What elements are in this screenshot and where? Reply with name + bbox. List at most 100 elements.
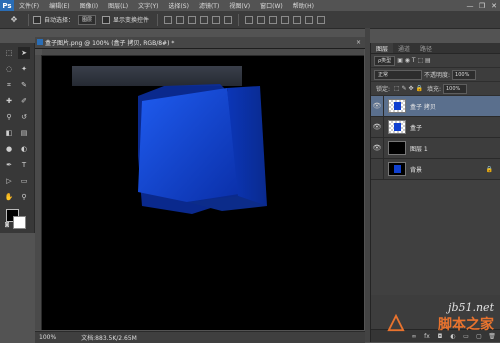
menu-layer[interactable]: 图层(L): [103, 1, 133, 10]
layer-name[interactable]: 图层 1: [410, 144, 428, 153]
layer-row-background[interactable]: 背景 🔒: [371, 159, 500, 180]
eye-icon[interactable]: 👁: [371, 96, 384, 116]
eyedropper-icon[interactable]: ✎: [18, 79, 30, 91]
layer-row-box[interactable]: 👁 盒子: [371, 117, 500, 138]
align-left-icon[interactable]: [200, 15, 209, 24]
fill-field[interactable]: 100%: [442, 83, 467, 94]
minimize-button[interactable]: —: [464, 0, 476, 11]
separator: [238, 13, 240, 26]
blur-tool-icon[interactable]: ●: [3, 143, 15, 155]
menu-bar: Ps 文件(F) 编辑(E) 图像(I) 图层(L) 文字(Y) 选择(S) 滤…: [0, 0, 500, 11]
distribute-vcenter-icon[interactable]: [257, 15, 266, 24]
close-button[interactable]: ✕: [488, 0, 500, 11]
move-tool-preset-icon[interactable]: ✥: [4, 13, 24, 26]
zoom-level[interactable]: 100%: [39, 334, 56, 341]
menu-image[interactable]: 图像(I): [75, 1, 103, 10]
layer-thumbnail: [388, 99, 406, 113]
tab-channels[interactable]: 通道: [393, 43, 415, 53]
watermark: jb51.net 脚本之家: [438, 301, 494, 334]
horizontal-ruler[interactable]: [42, 49, 364, 56]
dodge-tool-icon[interactable]: ◐: [18, 143, 30, 155]
menu-help[interactable]: 帮助(H): [288, 1, 319, 10]
show-transform-checkbox[interactable]: [102, 15, 111, 24]
brush-tool-icon[interactable]: ✐: [18, 95, 30, 107]
distribute-bottom-icon[interactable]: [269, 15, 278, 24]
pen-tool-icon[interactable]: ✒: [3, 159, 15, 171]
distribute-top-icon[interactable]: [245, 15, 254, 24]
zoom-tool-icon[interactable]: ⚲: [18, 191, 30, 203]
history-brush-icon[interactable]: ↺: [18, 111, 30, 123]
lasso-tool-icon[interactable]: ◌: [3, 63, 15, 75]
blend-mode-select[interactable]: 正常: [374, 69, 422, 80]
path-selection-icon[interactable]: ▷: [3, 175, 15, 187]
photoshop-logo: Ps: [0, 0, 14, 11]
vertical-ruler[interactable]: [35, 55, 42, 330]
magic-wand-icon[interactable]: ✦: [18, 63, 30, 75]
background-color-swatch[interactable]: [13, 216, 26, 229]
window-controls: — ❐ ✕: [464, 0, 500, 11]
lock-icons[interactable]: ⬚ ✎ ✥ 🔒: [394, 85, 423, 92]
type-tool-icon[interactable]: T: [18, 159, 30, 171]
menu-file[interactable]: 文件(F): [14, 1, 44, 10]
layer-thumbnail: [388, 162, 406, 176]
distribute-left-icon[interactable]: [281, 15, 290, 24]
crop-tool-icon[interactable]: ⌗: [3, 79, 15, 91]
canvas[interactable]: [42, 56, 364, 330]
align-hcenter-icon[interactable]: [212, 15, 221, 24]
separator: [28, 13, 29, 26]
layers-empty-area: [371, 180, 500, 295]
layer-row-box-copy[interactable]: 👁 盒子 拷贝: [371, 96, 500, 117]
document-info[interactable]: 文档:883.5K/2.65M: [81, 333, 137, 342]
quick-mask-icon[interactable]: ◙: [3, 221, 11, 229]
menu-type[interactable]: 文字(Y): [133, 1, 163, 10]
status-bar: 100% 文档:883.5K/2.65M: [35, 331, 365, 343]
layer-name[interactable]: 盒子: [410, 123, 422, 132]
distribute-hcenter-icon[interactable]: [293, 15, 302, 24]
menu-filter[interactable]: 滤镜(T): [194, 1, 224, 10]
link-layers-icon[interactable]: ∞: [410, 332, 418, 340]
tab-layers[interactable]: 图层: [371, 43, 394, 53]
options-bar: ✥ 自动选择： 图层 显示变换控件: [0, 11, 500, 29]
eye-icon[interactable]: 👁: [371, 138, 384, 158]
distribute-right-icon[interactable]: [305, 15, 314, 24]
menu-view[interactable]: 视图(V): [224, 1, 255, 10]
layer-style-icon[interactable]: fx: [423, 332, 431, 340]
lock-label: 锁定:: [376, 86, 391, 93]
layer-row-layer1[interactable]: 👁 图层 1: [371, 138, 500, 159]
layer-name[interactable]: 背景: [410, 165, 422, 174]
align-vcenter-icon[interactable]: [176, 15, 185, 24]
marquee-tool-icon[interactable]: ⬚: [3, 47, 15, 59]
panel-tabs: 图层 通道 路径: [371, 43, 500, 54]
auto-select-dropdown[interactable]: 图层: [78, 14, 97, 25]
align-top-icon[interactable]: [164, 15, 173, 24]
layer-name[interactable]: 盒子 拷贝: [410, 102, 436, 111]
eraser-tool-icon[interactable]: ◧: [3, 127, 15, 139]
align-right-icon[interactable]: [224, 15, 233, 24]
separator: [157, 13, 159, 26]
menu-edit[interactable]: 编辑(E): [44, 1, 74, 10]
clone-stamp-icon[interactable]: ⚲: [3, 111, 15, 123]
filter-icons[interactable]: ▣ ◉ T ⬚ ▤: [397, 57, 431, 64]
document-tab[interactable]: 盒子图片.png @ 100% (盒子 拷贝, RGB/8#) * ×: [35, 37, 365, 49]
eye-hidden-icon[interactable]: [371, 159, 384, 179]
menu-select[interactable]: 选择(S): [163, 1, 194, 10]
maximize-button[interactable]: ❐: [476, 0, 488, 11]
align-bottom-icon[interactable]: [188, 15, 197, 24]
auto-align-icon[interactable]: [317, 15, 326, 24]
healing-brush-icon[interactable]: ✚: [3, 95, 15, 107]
gray-shape: [72, 66, 242, 86]
document-close-icon[interactable]: ×: [356, 39, 361, 46]
tab-paths[interactable]: 路径: [415, 43, 437, 53]
eye-icon[interactable]: 👁: [371, 117, 384, 137]
layer-kind-filter[interactable]: ρ类型: [374, 55, 396, 66]
auto-select-checkbox[interactable]: [33, 15, 41, 24]
hand-tool-icon[interactable]: ✋: [3, 191, 15, 203]
opacity-label: 不透明度:: [424, 72, 451, 79]
menu-window[interactable]: 窗口(W): [255, 1, 288, 10]
gradient-tool-icon[interactable]: ▤: [18, 127, 30, 139]
shape-tool-icon[interactable]: ▭: [18, 175, 30, 187]
opacity-field[interactable]: 100%: [452, 69, 477, 80]
move-tool-icon[interactable]: ➤: [18, 47, 30, 59]
lock-icon: 🔒: [485, 165, 493, 173]
tools-panel: ⬚ ➤ ◌ ✦ ⌗ ✎ ✚ ✐ ⚲ ↺ ◧ ▤ ● ◐ ✒ T ▷ ▭ ✋ ⚲ …: [0, 43, 35, 233]
